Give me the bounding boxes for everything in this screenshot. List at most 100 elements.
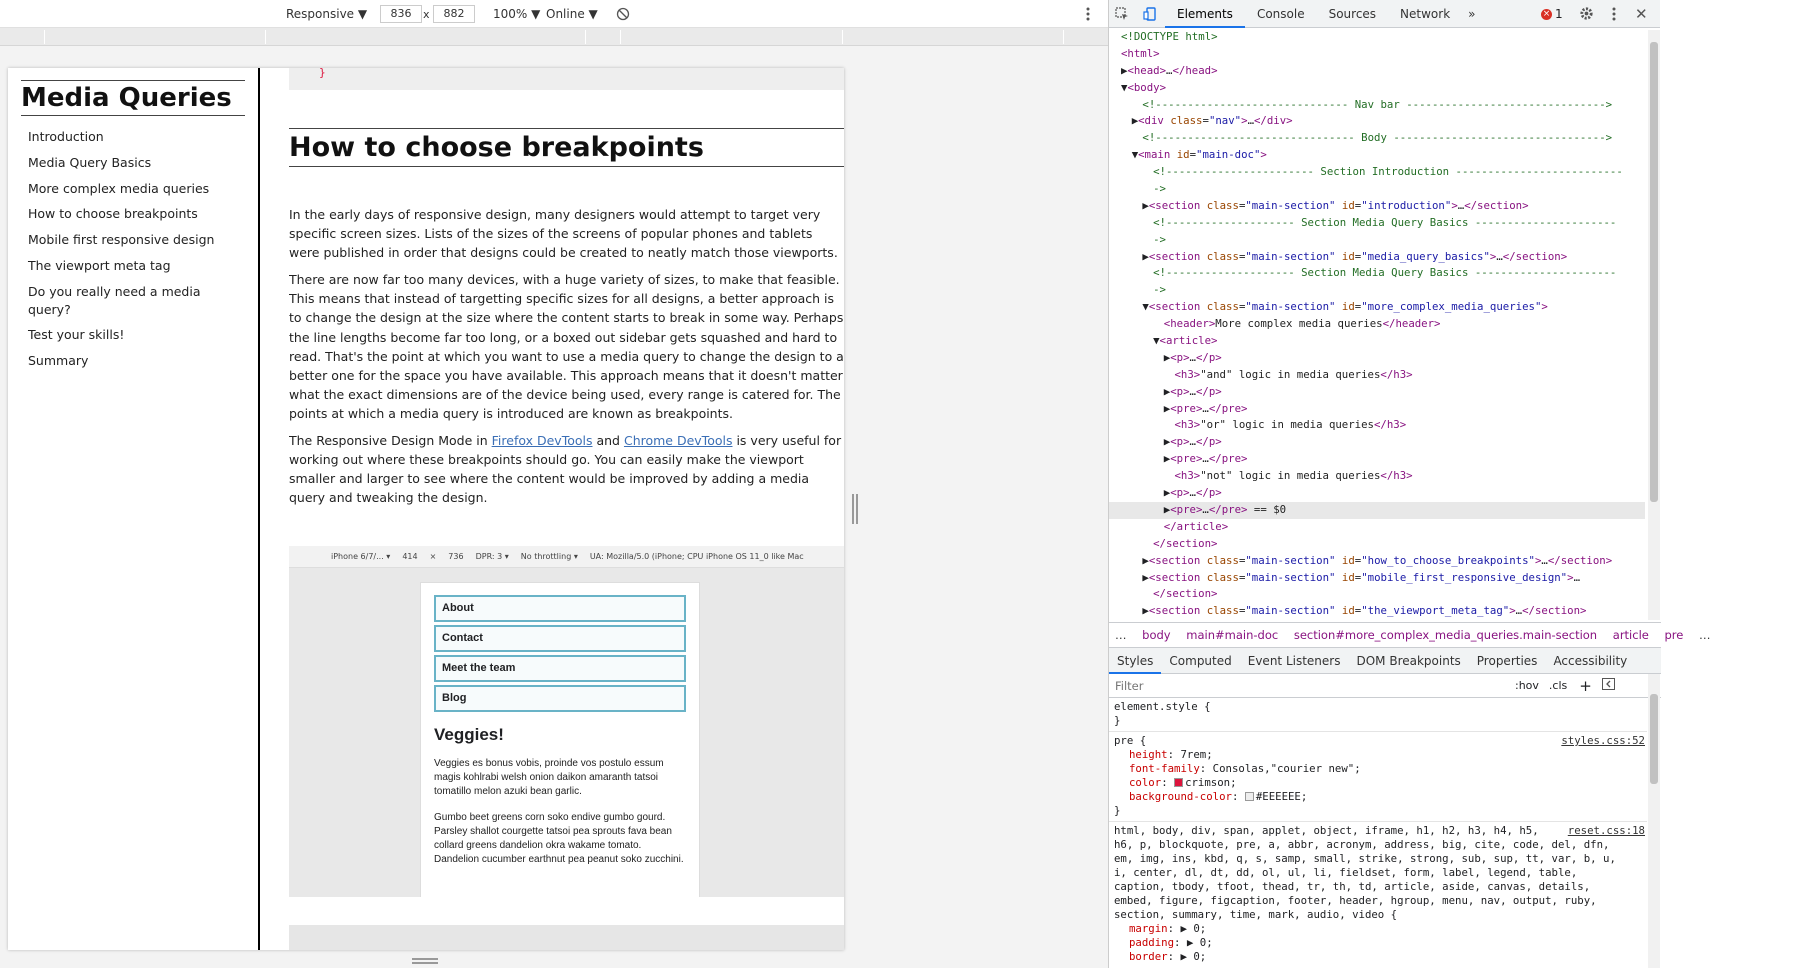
reset-style-rule[interactable]: html, body, div, span, applet, object, i… bbox=[1109, 822, 1647, 967]
dom-node[interactable]: ▶<p>…</p> bbox=[1109, 485, 1645, 502]
rotate-icon[interactable] bbox=[616, 5, 630, 23]
nav-link-summary[interactable]: Summary bbox=[21, 348, 245, 374]
toggle-sidebar-icon[interactable] bbox=[1601, 678, 1615, 693]
dom-node[interactable]: <!-------------------- Section Media Que… bbox=[1109, 215, 1645, 232]
dom-node[interactable]: ▶<pre>…</pre> bbox=[1109, 451, 1645, 468]
tab-event-listeners[interactable]: Event Listeners bbox=[1240, 648, 1349, 674]
close-icon[interactable]: ✕ bbox=[1635, 5, 1648, 23]
dom-node[interactable]: ▶<section class="main-section" id="media… bbox=[1109, 249, 1645, 266]
dom-node[interactable]: </section> bbox=[1109, 586, 1645, 603]
color-swatch[interactable] bbox=[1244, 792, 1254, 801]
error-counter[interactable]: × 1 bbox=[1541, 7, 1563, 21]
dom-node-selected[interactable]: ▶<pre>…</pre> == $0 bbox=[1109, 501, 1645, 519]
dom-scrollbar[interactable] bbox=[1648, 30, 1660, 620]
dom-node[interactable]: <h3>"or" logic in media queries</h3> bbox=[1109, 417, 1645, 434]
inspect-element-icon[interactable] bbox=[1109, 0, 1135, 28]
dom-node[interactable]: ▶<div class="nav">…</div> bbox=[1109, 113, 1645, 130]
tab-styles[interactable]: Styles bbox=[1109, 648, 1162, 674]
dom-node[interactable]: <!------------------------------- Body -… bbox=[1109, 130, 1645, 147]
dom-node[interactable]: </article> bbox=[1109, 519, 1645, 536]
nav-link-test-skills[interactable]: Test your skills! bbox=[21, 322, 245, 348]
css-declaration[interactable]: padding: ▶ 0; bbox=[1109, 936, 1647, 950]
device-toggle-icon[interactable] bbox=[1135, 0, 1165, 28]
tab-elements[interactable]: Elements bbox=[1165, 0, 1245, 28]
nav-link-more-complex[interactable]: More complex media queries bbox=[21, 176, 245, 202]
breadcrumb-item[interactable]: … bbox=[1115, 628, 1127, 642]
viewport-resize-handle[interactable] bbox=[852, 494, 858, 524]
viewport-height-input[interactable]: 882 bbox=[433, 5, 475, 23]
nav-link-viewport-meta[interactable]: The viewport meta tag bbox=[21, 253, 245, 279]
nav-link-need-media-query[interactable]: Do you really need a media query? bbox=[21, 279, 245, 323]
color-swatch[interactable] bbox=[1174, 778, 1184, 787]
dom-node[interactable]: ▼<main id="main-doc"> bbox=[1109, 147, 1645, 164]
dom-node[interactable]: <h3>"and" logic in media queries</h3> bbox=[1109, 367, 1645, 384]
dom-node[interactable]: ▼<article> bbox=[1109, 333, 1645, 350]
dom-node[interactable]: ▶<section class="main-section" id="the_v… bbox=[1109, 603, 1645, 619]
chrome-devtools-link[interactable]: Chrome DevTools bbox=[624, 433, 733, 448]
dom-node[interactable]: <!------------------------------ Nav bar… bbox=[1109, 97, 1645, 114]
dom-node[interactable]: ▶<section class="main-section" id="mobil… bbox=[1109, 570, 1645, 587]
dom-node[interactable]: ▶<p>…</p> bbox=[1109, 434, 1645, 451]
breadcrumb-item[interactable]: body bbox=[1142, 628, 1170, 642]
tab-dom-breakpoints[interactable]: DOM Breakpoints bbox=[1348, 648, 1468, 674]
stylesheet-link[interactable]: reset.css:18 bbox=[1568, 824, 1645, 838]
dom-node[interactable]: </section> bbox=[1109, 536, 1645, 553]
tab-accessibility[interactable]: Accessibility bbox=[1545, 648, 1635, 674]
tab-sources[interactable]: Sources bbox=[1317, 0, 1388, 28]
stylesheet-link[interactable]: styles.css:52 bbox=[1561, 734, 1645, 748]
dom-node[interactable]: <header>More complex media queries</head… bbox=[1109, 316, 1645, 333]
nav-link-mobile-first[interactable]: Mobile first responsive design bbox=[21, 227, 245, 253]
dom-node[interactable]: ▼<body> bbox=[1109, 80, 1645, 97]
breadcrumb-item[interactable]: … bbox=[1699, 628, 1711, 642]
nav-link-media-query-basics[interactable]: Media Query Basics bbox=[21, 150, 245, 176]
viewport-bottom-resize-handle[interactable] bbox=[412, 958, 438, 964]
device-select[interactable]: Responsive ▼ bbox=[286, 5, 367, 23]
styles-scrollbar[interactable] bbox=[1648, 674, 1660, 968]
hover-state-toggle[interactable]: :hov bbox=[1515, 679, 1539, 692]
css-declaration[interactable]: margin: ▶ 0; bbox=[1109, 922, 1647, 936]
css-declaration[interactable]: border: ▶ 0; bbox=[1109, 950, 1647, 964]
dom-node[interactable]: ▶<pre>…</pre> bbox=[1109, 401, 1645, 418]
dom-node[interactable]: ▶<p>…</p> bbox=[1109, 384, 1645, 401]
new-rule-icon[interactable]: + bbox=[1579, 677, 1592, 695]
dom-node[interactable]: ▶<p>…</p> bbox=[1109, 350, 1645, 367]
media-query-ruler[interactable] bbox=[0, 28, 1108, 46]
breadcrumb-item[interactable]: section#more_complex_media_queries.main-… bbox=[1294, 628, 1597, 642]
dom-node[interactable]: <!DOCTYPE html> bbox=[1109, 29, 1645, 46]
breadcrumb-item[interactable]: article bbox=[1613, 628, 1649, 642]
tab-console[interactable]: Console bbox=[1245, 0, 1317, 28]
css-declaration[interactable]: color: crimson; bbox=[1109, 776, 1647, 790]
tab-network[interactable]: Network bbox=[1388, 0, 1462, 28]
css-declaration[interactable]: height: 7rem; bbox=[1109, 748, 1647, 762]
dom-node[interactable]: <!----------------------- Section Introd… bbox=[1109, 164, 1645, 181]
tab-computed[interactable]: Computed bbox=[1161, 648, 1239, 674]
dom-node[interactable]: ▼<section class="main-section" id="more_… bbox=[1109, 299, 1645, 316]
dom-node[interactable]: -> bbox=[1109, 282, 1645, 299]
css-declaration[interactable]: background-color: #EEEEEE; bbox=[1109, 790, 1647, 804]
more-options-icon[interactable] bbox=[1086, 5, 1090, 23]
dom-tree[interactable]: <!DOCTYPE html> <html> ▶<head>…</head> ▼<bo… bbox=[1109, 29, 1645, 619]
dom-node[interactable]: ▶<section class="main-section" id="how_t… bbox=[1109, 553, 1645, 570]
dom-node[interactable]: -> bbox=[1109, 181, 1645, 198]
pre-style-rule[interactable]: pre {styles.css:52 height: 7rem; font-fam… bbox=[1109, 732, 1647, 822]
more-tabs-icon[interactable]: » bbox=[1462, 0, 1481, 28]
class-toggle[interactable]: .cls bbox=[1549, 679, 1567, 692]
kebab-menu-icon[interactable] bbox=[1612, 7, 1616, 24]
zoom-select[interactable]: 100% ▼ bbox=[493, 5, 540, 23]
tab-properties[interactable]: Properties bbox=[1469, 648, 1546, 674]
dom-node[interactable]: <h3>"not" logic in media queries</h3> bbox=[1109, 468, 1645, 485]
dom-node[interactable]: <!-------------------- Section Media Que… bbox=[1109, 265, 1645, 282]
breadcrumb-item[interactable]: main#main-doc bbox=[1186, 628, 1278, 642]
dom-node[interactable]: ▶<head>…</head> bbox=[1109, 63, 1645, 80]
firefox-devtools-link[interactable]: Firefox DevTools bbox=[492, 433, 593, 448]
gear-icon[interactable] bbox=[1579, 6, 1594, 24]
dom-node[interactable]: -> bbox=[1109, 232, 1645, 249]
dom-node[interactable]: <html> bbox=[1109, 46, 1645, 63]
breadcrumb-item[interactable]: pre bbox=[1665, 628, 1684, 642]
element-style-rule[interactable]: element.style { } bbox=[1109, 698, 1647, 732]
network-throttle-select[interactable]: Online ▼ bbox=[546, 5, 598, 23]
dom-node[interactable]: ▶<section class="main-section" id="intro… bbox=[1109, 198, 1645, 215]
viewport-width-input[interactable]: 836 bbox=[380, 5, 422, 23]
nav-link-breakpoints[interactable]: How to choose breakpoints bbox=[21, 201, 245, 227]
nav-link-introduction[interactable]: Introduction bbox=[21, 124, 245, 150]
